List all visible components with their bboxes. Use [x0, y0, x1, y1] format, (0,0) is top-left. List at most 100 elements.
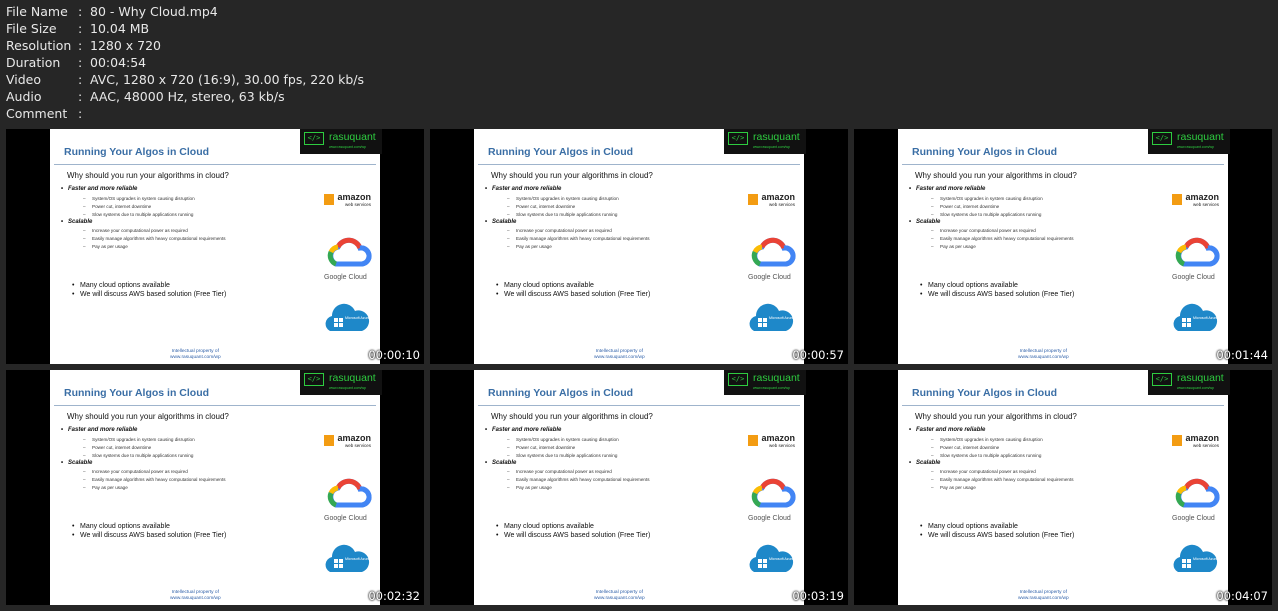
code-bracket-icon: </> — [728, 373, 748, 386]
timestamp: 00:03:19 — [792, 589, 844, 603]
slide-question: Why should you run your algorithms in cl… — [915, 412, 1077, 421]
section-heading: Scalable — [485, 460, 516, 466]
section-heading: Scalable — [61, 460, 92, 466]
code-bracket-icon: </> — [1152, 132, 1172, 145]
sub-bullet: Slow systems due to multiple application… — [507, 212, 617, 217]
aws-logo: amazon web services — [1171, 430, 1221, 452]
sub-bullet: Increase your computational power as req… — [931, 228, 1036, 233]
aws-box-icon — [324, 435, 334, 446]
footer-url: www.rasuquant.com/wp — [1018, 355, 1069, 360]
sub-bullet: System/OS upgrades in system causing dis… — [931, 437, 1043, 442]
slide-footer: Intellectual property of www.rasuquant.c… — [170, 349, 221, 361]
google-cloud-label: Google Cloud — [324, 515, 367, 522]
google-cloud-label: Google Cloud — [748, 515, 791, 522]
google-cloud-icon — [327, 478, 372, 508]
slide-question: Why should you run your algorithms in cl… — [67, 412, 229, 421]
slide-title: Running Your Algos in Cloud — [912, 146, 1058, 158]
sub-bullet: Slow systems due to multiple application… — [931, 453, 1041, 458]
slide-question: Why should you run your algorithms in cl… — [491, 171, 653, 180]
video-thumbnail[interactable]: Running Your Algos in Cloud </> rasuquan… — [6, 129, 424, 364]
section-heading: Faster and more reliable — [909, 186, 985, 192]
slide-title: Running Your Algos in Cloud — [488, 387, 634, 399]
sub-bullet: Pay as per usage — [83, 485, 128, 490]
sub-bullet: Pay as per usage — [931, 244, 976, 249]
section-heading: Scalable — [909, 460, 940, 466]
timestamp: 00:04:07 — [1216, 589, 1268, 603]
slide-title: Running Your Algos in Cloud — [64, 146, 210, 158]
video-thumbnail[interactable]: Running Your Algos in Cloud </> rasuquan… — [6, 370, 424, 605]
main-bullet: We will discuss AWS based solution (Free… — [72, 532, 226, 539]
main-bullet: Many cloud options available — [920, 282, 1018, 289]
meta-value: AAC, 48000 Hz, stereo, 63 kb/s — [90, 89, 285, 104]
google-cloud-icon — [751, 478, 796, 508]
google-cloud-icon — [1175, 237, 1220, 267]
sub-bullet: Easily manage algorithms with heavy comp… — [507, 236, 650, 241]
meta-row-audio: Audio: AAC, 48000 Hz, stereo, 63 kb/s — [6, 88, 364, 105]
meta-separator: : — [78, 38, 83, 53]
aws-subtext: web services — [1192, 202, 1219, 207]
logo-url: www.rasuquant.com/wp — [1177, 145, 1214, 149]
google-cloud-label: Google Cloud — [1172, 515, 1215, 522]
aws-subtext: web services — [1192, 443, 1219, 448]
video-thumbnail[interactable]: Running Your Algos in Cloud </> rasuquan… — [430, 129, 848, 364]
title-divider — [478, 164, 800, 165]
aws-wordmark: amazon — [761, 192, 795, 202]
video-thumbnail[interactable]: Running Your Algos in Cloud </> rasuquan… — [854, 370, 1272, 605]
meta-value: 00:04:54 — [90, 55, 147, 70]
main-bullet: We will discuss AWS based solution (Free… — [72, 291, 226, 298]
video-thumbnail[interactable]: Running Your Algos in Cloud </> rasuquan… — [854, 129, 1272, 364]
google-cloud-label: Google Cloud — [324, 274, 367, 281]
meta-row-comment: Comment: — [6, 105, 364, 122]
azure-label: Microsoft Azure — [345, 316, 370, 320]
aws-wordmark: amazon — [337, 433, 371, 443]
google-cloud-icon — [327, 237, 372, 267]
sub-bullet: System/OS upgrades in system causing dis… — [83, 437, 195, 442]
title-divider — [902, 405, 1224, 406]
meta-key: Comment — [6, 106, 68, 121]
sub-bullet: System/OS upgrades in system causing dis… — [931, 196, 1043, 201]
title-divider — [54, 164, 376, 165]
azure-logo: Microsoft Azure — [746, 542, 794, 576]
slide-frame: Running Your Algos in Cloud </> rasuquan… — [898, 370, 1230, 605]
rasuquant-logo: </> rasuquant www.rasuquant.com/wp — [1148, 370, 1230, 395]
sub-bullet: Increase your computational power as req… — [83, 228, 188, 233]
google-cloud-logo: Google Cloud — [1170, 234, 1222, 284]
section-heading: Scalable — [485, 219, 516, 225]
sub-bullet: Pay as per usage — [507, 244, 552, 249]
sub-bullet: Increase your computational power as req… — [931, 469, 1036, 474]
meta-separator: : — [78, 72, 83, 87]
slide-question: Why should you run your algorithms in cl… — [915, 171, 1077, 180]
rasuquant-logo: </> rasuquant www.rasuquant.com/wp — [724, 129, 806, 154]
file-info-header: File Name:80 - Why Cloud.mp4 File Size:1… — [6, 3, 364, 122]
main-bullet: We will discuss AWS based solution (Free… — [496, 532, 650, 539]
azure-logo: Microsoft Azure — [1170, 301, 1218, 335]
slide-frame: Running Your Algos in Cloud </> rasuquan… — [474, 129, 806, 364]
google-cloud-icon — [1175, 478, 1220, 508]
sub-bullet: Pay as per usage — [83, 244, 128, 249]
meta-separator: : — [78, 106, 83, 121]
google-cloud-icon — [751, 237, 796, 267]
slide-footer: Intellectual property of www.rasuquant.c… — [594, 349, 645, 361]
meta-key: Audio — [6, 89, 42, 104]
slide-frame: Running Your Algos in Cloud </> rasuquan… — [474, 370, 806, 605]
meta-value: AVC, 1280 x 720 (16:9), 30.00 fps, 220 k… — [90, 72, 365, 87]
azure-logo: Microsoft Azure — [322, 301, 370, 335]
google-cloud-label: Google Cloud — [1172, 274, 1215, 281]
timestamp: 00:00:57 — [792, 348, 844, 362]
section-heading: Scalable — [909, 219, 940, 225]
sub-bullet: Power cut, internet downtime — [931, 445, 999, 450]
meta-row-video: Video: AVC, 1280 x 720 (16:9), 30.00 fps,… — [6, 71, 364, 88]
azure-label: Microsoft Azure — [1193, 316, 1218, 320]
aws-box-icon — [1172, 435, 1182, 446]
section-heading: Faster and more reliable — [485, 427, 561, 433]
sub-bullet: Slow systems due to multiple application… — [83, 453, 193, 458]
logo-url: www.rasuquant.com/wp — [329, 145, 366, 149]
sub-bullet: Easily manage algorithms with heavy comp… — [83, 236, 226, 241]
google-cloud-logo: Google Cloud — [746, 475, 798, 525]
sub-bullet: Increase your computational power as req… — [507, 228, 612, 233]
video-thumbnail[interactable]: Running Your Algos in Cloud </> rasuquan… — [430, 370, 848, 605]
meta-key: File Size — [6, 21, 57, 36]
title-divider — [478, 405, 800, 406]
slide-question: Why should you run your algorithms in cl… — [491, 412, 653, 421]
slide-footer: Intellectual property of www.rasuquant.c… — [170, 590, 221, 602]
